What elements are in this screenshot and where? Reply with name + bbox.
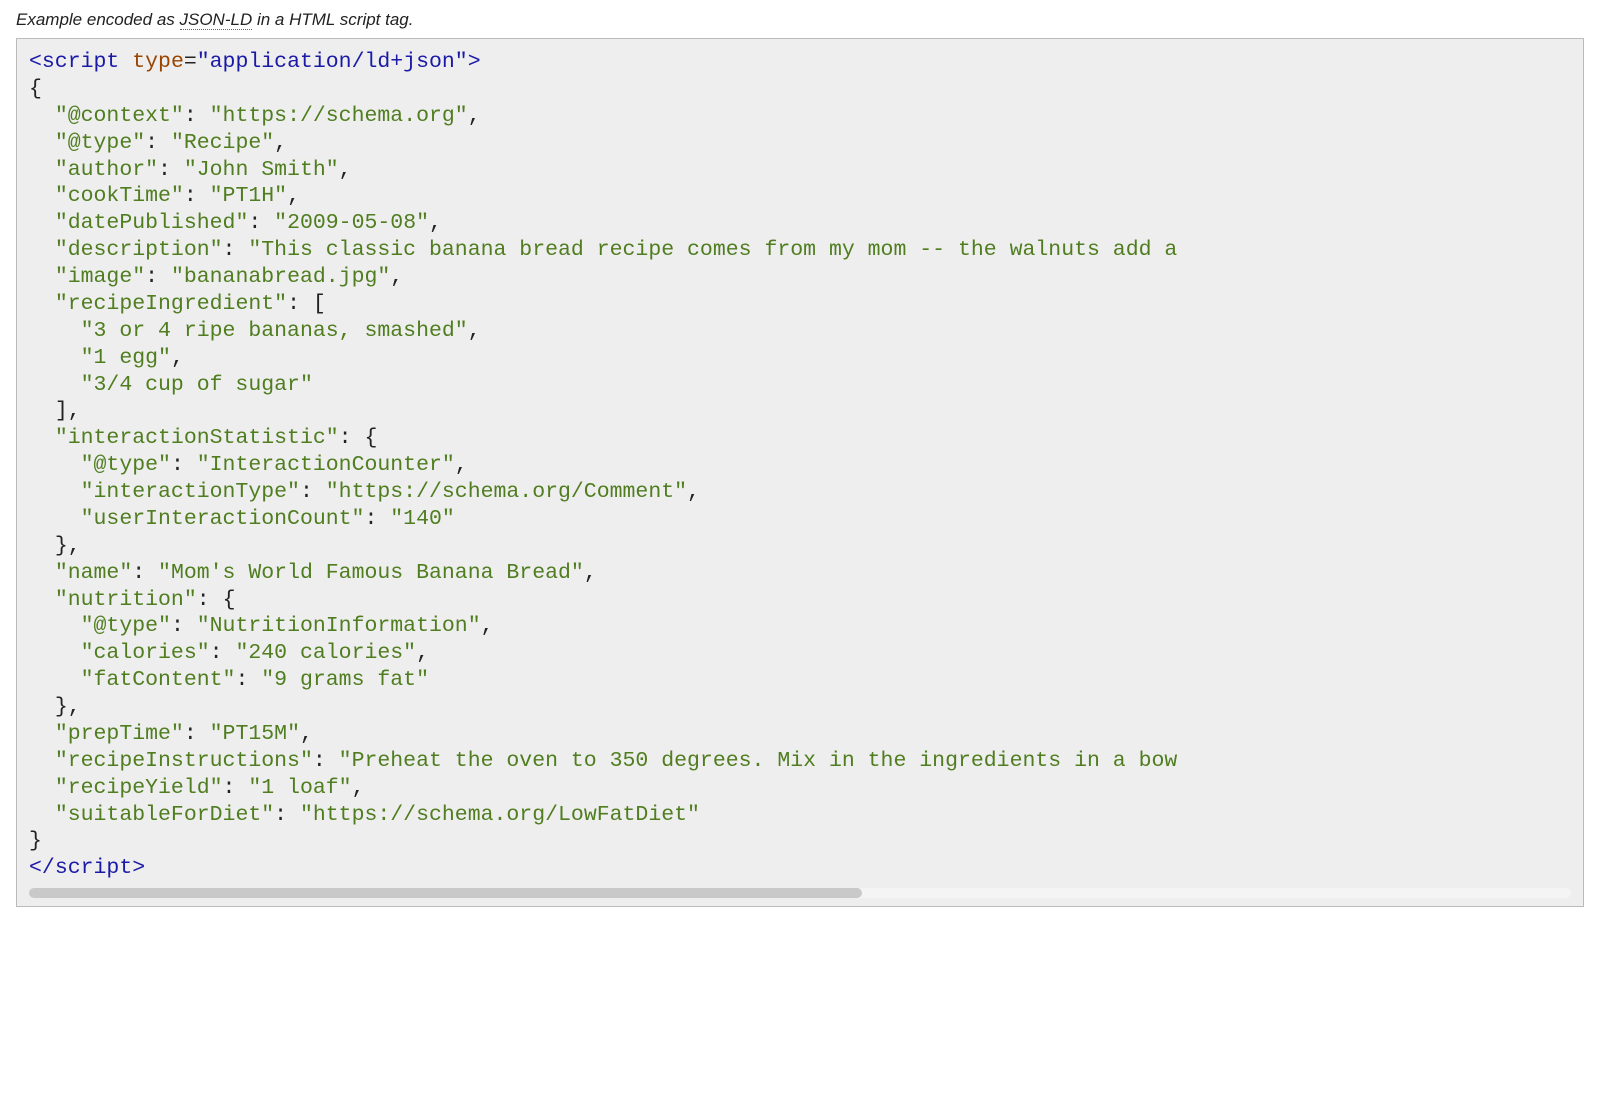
key-context: "@context"	[55, 104, 184, 128]
val-preptime: "PT15M"	[210, 722, 300, 746]
val-nut-fat: "9 grams fat"	[261, 668, 429, 692]
key-preptime: "prepTime"	[55, 722, 184, 746]
attr-eq: =	[184, 50, 197, 74]
key-is-count: "userInteractionCount"	[81, 507, 365, 531]
key-author: "author"	[55, 158, 158, 182]
close-tag-name: script	[55, 856, 132, 880]
val-context: "https://schema.org"	[210, 104, 468, 128]
val-is-type: "InteractionCounter"	[197, 453, 455, 477]
key-is-type: "@type"	[81, 453, 171, 477]
val-cooktime: "PT1H"	[210, 184, 287, 208]
brace-open-nutrition: {	[223, 588, 236, 612]
val-type: "Recipe"	[171, 131, 274, 155]
key-interactionstatistic: "interactionStatistic"	[55, 426, 339, 450]
close-tag-gt: >	[132, 856, 145, 880]
key-datepublished: "datePublished"	[55, 211, 249, 235]
code-example-box: <script type="application/ld+json"> { "@…	[16, 38, 1584, 907]
val-author: "John Smith"	[184, 158, 339, 182]
open-tag-lt: <	[29, 50, 42, 74]
attr-value-type: "application/ld+json"	[197, 50, 468, 74]
key-nut-fat: "fatContent"	[81, 668, 236, 692]
key-name: "name"	[55, 561, 132, 585]
val-is-interactiontype: "https://schema.org/Comment"	[326, 480, 687, 504]
close-tag-lt: </	[29, 856, 55, 880]
horizontal-scrollbar-thumb[interactable]	[29, 888, 862, 898]
val-recipeinstructions: "Preheat the oven to 350 degrees. Mix in…	[339, 749, 1178, 773]
val-ingredient-0: "3 or 4 ripe bananas, smashed"	[81, 319, 468, 343]
caption-prefix: Example encoded as	[16, 10, 180, 29]
key-recipeinstructions: "recipeInstructions"	[55, 749, 313, 773]
val-nut-type: "NutritionInformation"	[197, 614, 481, 638]
key-nut-calories: "calories"	[81, 641, 210, 665]
val-name: "Mom's World Famous Banana Bread"	[158, 561, 584, 585]
key-nut-type: "@type"	[81, 614, 171, 638]
brace-open-interactionstat: {	[364, 426, 377, 450]
key-type: "@type"	[55, 131, 145, 155]
key-cooktime: "cookTime"	[55, 184, 184, 208]
val-ingredient-1: "1 egg"	[81, 346, 171, 370]
key-recipeyield: "recipeYield"	[55, 776, 223, 800]
attr-name-type: type	[132, 50, 184, 74]
bracket-close-ingredients: ]	[55, 399, 68, 423]
brace-close-nutrition: }	[55, 695, 68, 719]
caption-suffix: in a HTML script tag.	[252, 10, 413, 29]
open-tag-name: script	[42, 50, 119, 74]
key-image: "image"	[55, 265, 145, 289]
val-nut-calories: "240 calories"	[235, 641, 416, 665]
key-is-interactiontype: "interactionType"	[81, 480, 300, 504]
jsonld-link[interactable]: JSON-LD	[180, 10, 253, 30]
val-description: "This classic banana bread recipe comes …	[248, 238, 1190, 262]
val-suitablefordiet: "https://schema.org/LowFatDiet"	[300, 803, 700, 827]
bracket-open-ingredients: [	[313, 292, 326, 316]
json-open-brace: {	[29, 77, 42, 101]
val-is-count: "140"	[390, 507, 455, 531]
key-recipeingredient: "recipeIngredient"	[55, 292, 287, 316]
json-close-brace: }	[29, 829, 42, 853]
val-image: "bananabread.jpg"	[171, 265, 390, 289]
open-tag-gt: >	[468, 50, 481, 74]
val-ingredient-2: "3/4 cup of sugar"	[81, 373, 313, 397]
val-recipeyield: "1 loaf"	[248, 776, 351, 800]
key-description: "description"	[55, 238, 223, 262]
key-suitablefordiet: "suitableForDiet"	[55, 803, 274, 827]
code-block: <script type="application/ld+json"> { "@…	[29, 49, 1571, 882]
val-datepublished: "2009-05-08"	[274, 211, 429, 235]
key-nutrition: "nutrition"	[55, 588, 197, 612]
example-caption: Example encoded as JSON-LD in a HTML scr…	[16, 10, 1584, 30]
brace-close-interactionstat: }	[55, 534, 68, 558]
horizontal-scrollbar[interactable]	[29, 888, 1571, 898]
